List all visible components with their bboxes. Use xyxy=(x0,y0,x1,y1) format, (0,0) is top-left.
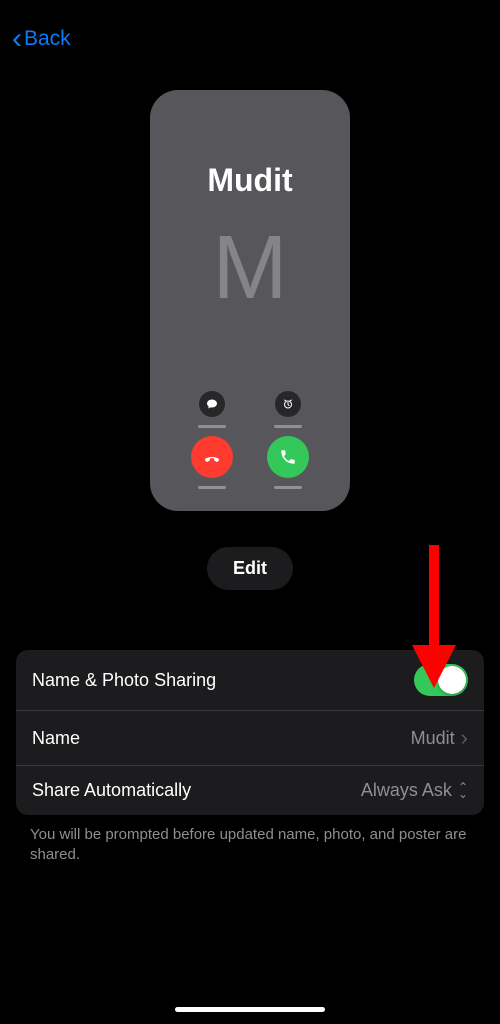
toggle-knob xyxy=(438,666,466,694)
sharing-toggle[interactable] xyxy=(414,664,468,696)
call-actions-preview xyxy=(150,391,350,489)
decline-call-icon xyxy=(191,436,233,478)
chevron-left-icon: ‹ xyxy=(12,24,22,54)
share-auto-value: Always Ask xyxy=(361,780,452,801)
contact-poster-preview[interactable]: Mudit M xyxy=(150,90,350,511)
name-photo-sharing-row: Name & Photo Sharing xyxy=(16,650,484,710)
alarm-icon xyxy=(275,391,301,417)
row-label: Share Automatically xyxy=(32,780,191,801)
tick-mark xyxy=(274,425,302,428)
accept-call-icon xyxy=(267,436,309,478)
poster-initial: M xyxy=(213,217,288,320)
home-indicator[interactable] xyxy=(175,1007,325,1012)
tick-mark xyxy=(274,486,302,489)
sharing-settings-group: Name & Photo Sharing Name Mudit › Share … xyxy=(16,650,484,815)
back-button[interactable]: ‹ Back xyxy=(0,0,500,78)
message-icon xyxy=(199,391,225,417)
row-label: Name xyxy=(32,728,80,749)
name-value: Mudit xyxy=(411,728,455,749)
poster-name: Mudit xyxy=(207,162,292,199)
tick-mark xyxy=(198,486,226,489)
edit-button[interactable]: Edit xyxy=(207,547,293,590)
chevron-right-icon: › xyxy=(461,725,468,751)
row-label: Name & Photo Sharing xyxy=(32,670,216,691)
back-label: Back xyxy=(24,27,71,51)
up-down-icon: ⌃⌄ xyxy=(458,784,468,798)
footer-description: You will be prompted before updated name… xyxy=(30,825,470,866)
name-row[interactable]: Name Mudit › xyxy=(16,710,484,765)
share-automatically-row[interactable]: Share Automatically Always Ask ⌃⌄ xyxy=(16,765,484,815)
tick-mark xyxy=(198,425,226,428)
